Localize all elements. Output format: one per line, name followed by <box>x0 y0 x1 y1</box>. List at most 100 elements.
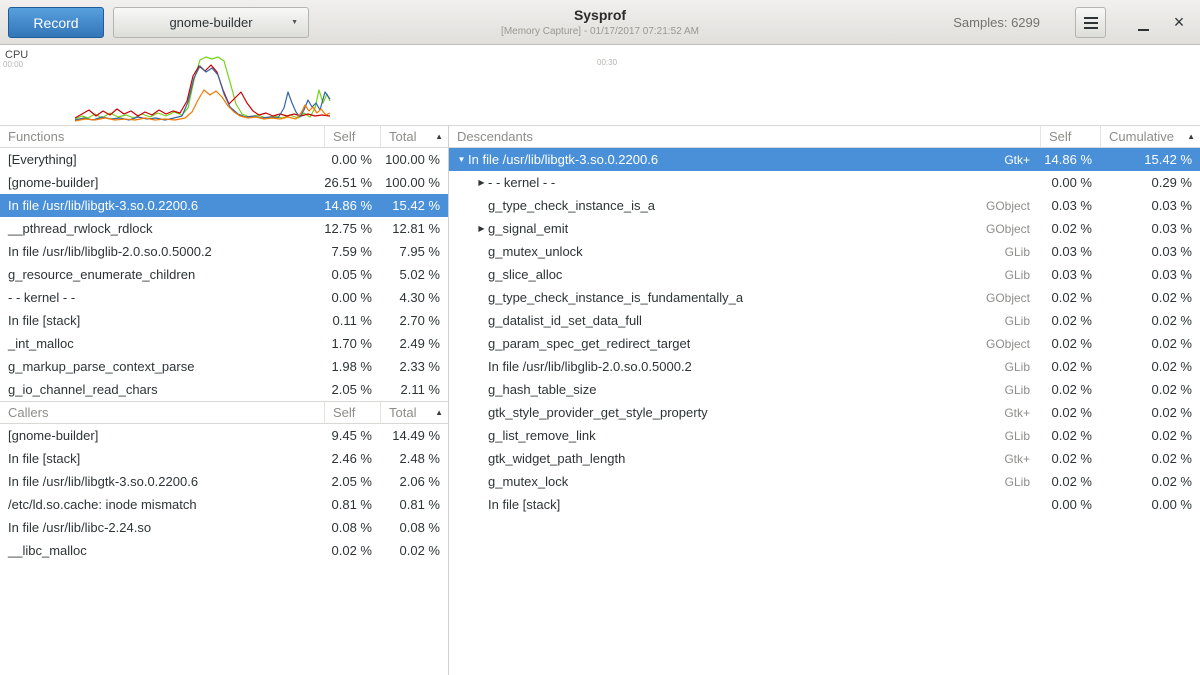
library-category: GLib <box>596 429 1040 443</box>
tree-row[interactable]: gtk_style_provider_get_style_propertyGtk… <box>449 401 1200 424</box>
self-percent: 0.02 % <box>1040 313 1100 328</box>
expander-icon[interactable]: ▼ <box>455 155 468 164</box>
library-category: GLib <box>596 383 1040 397</box>
table-row[interactable]: In file /usr/lib/libgtk-3.so.0.2200.614.… <box>0 194 448 217</box>
column-header-total[interactable]: Total ▲ <box>380 126 448 147</box>
cpu-green-line <box>75 57 330 119</box>
tree-row[interactable]: In file [stack]0.00 %0.00 % <box>449 493 1200 516</box>
self-percent: 26.51 % <box>324 175 380 190</box>
column-header-total[interactable]: Total ▲ <box>380 402 448 423</box>
table-row[interactable]: __libc_malloc0.02 %0.02 % <box>0 539 448 562</box>
table-row[interactable]: [gnome-builder]9.45 %14.49 % <box>0 424 448 447</box>
callers-table-body: [gnome-builder]9.45 %14.49 %In file [sta… <box>0 424 448 562</box>
table-row[interactable]: g_markup_parse_context_parse1.98 %2.33 % <box>0 355 448 378</box>
tree-row[interactable]: In file /usr/lib/libglib-2.0.so.0.5000.2… <box>449 355 1200 378</box>
cumulative-percent: 0.29 % <box>1100 175 1200 190</box>
total-percent: 2.11 % <box>380 382 448 397</box>
tree-row[interactable]: g_list_remove_linkGLib0.02 %0.02 % <box>449 424 1200 447</box>
table-row[interactable]: In file [stack]0.11 %2.70 % <box>0 309 448 332</box>
cumulative-percent: 15.42 % <box>1100 152 1200 167</box>
table-row[interactable]: [Everything]0.00 %100.00 % <box>0 148 448 171</box>
function-name: g_mutex_unlock <box>488 244 583 259</box>
tree-row[interactable]: g_type_check_instance_is_fundamentally_a… <box>449 286 1200 309</box>
column-header-self[interactable]: Self <box>324 126 380 147</box>
table-row[interactable]: In file [stack]2.46 %2.48 % <box>0 447 448 470</box>
tree-row[interactable]: g_slice_allocGLib0.03 %0.03 % <box>449 263 1200 286</box>
menu-button[interactable] <box>1075 7 1106 38</box>
samples-count: Samples: 6299 <box>953 15 1040 30</box>
library-category: GLib <box>583 245 1040 259</box>
cumulative-percent: 0.02 % <box>1100 336 1200 351</box>
table-row[interactable]: [gnome-builder]26.51 %100.00 % <box>0 171 448 194</box>
column-header-self[interactable]: Self <box>1040 126 1100 147</box>
column-header-callers[interactable]: Callers <box>0 402 324 423</box>
close-icon: × <box>1174 12 1185 32</box>
column-header-functions[interactable]: Functions <box>0 126 324 147</box>
column-header-self[interactable]: Self <box>324 402 380 423</box>
column-header-total-label: Total <box>389 402 416 423</box>
tree-row[interactable]: g_param_spec_get_redirect_targetGObject0… <box>449 332 1200 355</box>
tree-row[interactable]: gtk_widget_path_lengthGtk+0.02 %0.02 % <box>449 447 1200 470</box>
function-name: g_hash_table_size <box>488 382 596 397</box>
function-name: In file [stack] <box>0 313 324 328</box>
close-button[interactable]: × <box>1166 9 1192 35</box>
column-header-cumulative[interactable]: Cumulative ▲ <box>1100 126 1200 147</box>
self-percent: 12.75 % <box>324 221 380 236</box>
expander-icon[interactable]: ▶ <box>475 178 488 187</box>
self-percent: 0.11 % <box>324 313 380 328</box>
sort-arrow-icon: ▲ <box>435 126 443 147</box>
self-percent: 2.05 % <box>324 382 380 397</box>
tree-row[interactable]: g_datalist_id_set_data_fullGLib0.02 %0.0… <box>449 309 1200 332</box>
library-category: Gtk+ <box>625 452 1040 466</box>
self-percent: 14.86 % <box>324 198 380 213</box>
callers-panel: Callers Self Total ▲ [gnome-builder]9.45… <box>0 401 448 675</box>
library-category: GLib <box>562 268 1040 282</box>
total-percent: 4.30 % <box>380 290 448 305</box>
function-name: g_list_remove_link <box>488 428 596 443</box>
self-percent: 0.02 % <box>1040 290 1100 305</box>
self-percent: 0.02 % <box>324 543 380 558</box>
table-row[interactable]: g_io_channel_read_chars2.05 %2.11 % <box>0 378 448 401</box>
headerbar: Record gnome-builder ▼ Sysprof [Memory C… <box>0 0 1200 45</box>
function-name: gtk_style_provider_get_style_property <box>488 405 708 420</box>
tree-row[interactable]: g_type_check_instance_is_aGObject0.03 %0… <box>449 194 1200 217</box>
self-percent: 0.00 % <box>1040 175 1100 190</box>
library-category: Gtk+ <box>658 153 1040 167</box>
function-name: In file /usr/lib/libgtk-3.so.0.2200.6 <box>0 198 324 213</box>
table-row[interactable]: In file /usr/lib/libglib-2.0.so.0.5000.2… <box>0 240 448 263</box>
column-header-descendants[interactable]: Descendants <box>449 126 1040 147</box>
cumulative-percent: 0.02 % <box>1100 428 1200 443</box>
tree-row[interactable]: ▶g_signal_emitGObject0.02 %0.03 % <box>449 217 1200 240</box>
sort-arrow-icon: ▲ <box>1187 126 1195 147</box>
chevron-down-icon: ▼ <box>291 19 298 26</box>
cumulative-percent: 0.03 % <box>1100 221 1200 236</box>
process-selector[interactable]: gnome-builder ▼ <box>113 7 309 38</box>
tree-row[interactable]: g_mutex_unlockGLib0.03 %0.03 % <box>449 240 1200 263</box>
function-name: - - kernel - - <box>488 175 555 190</box>
table-row[interactable]: _int_malloc1.70 %2.49 % <box>0 332 448 355</box>
tree-row[interactable]: ▶- - kernel - - 0.00 %0.29 % <box>449 171 1200 194</box>
table-row[interactable]: In file /usr/lib/libgtk-3.so.0.2200.62.0… <box>0 470 448 493</box>
tree-row[interactable]: g_mutex_lockGLib0.02 %0.02 % <box>449 470 1200 493</box>
minimize-button[interactable] <box>1130 9 1156 35</box>
total-percent: 2.06 % <box>380 474 448 489</box>
self-percent: 0.03 % <box>1040 244 1100 259</box>
self-percent: 2.46 % <box>324 451 380 466</box>
table-row[interactable]: __pthread_rwlock_rdlock12.75 %12.81 % <box>0 217 448 240</box>
self-percent: 9.45 % <box>324 428 380 443</box>
self-percent: 1.70 % <box>324 336 380 351</box>
cpu-graph[interactable]: CPU 00:00 00:30 <box>0 46 1200 125</box>
expander-icon[interactable]: ▶ <box>475 224 488 233</box>
function-name: g_mutex_lock <box>488 474 568 489</box>
timeline-mid-label: 00:30 <box>597 58 617 67</box>
function-name: /etc/ld.so.cache: inode mismatch <box>0 497 324 512</box>
table-row[interactable]: - - kernel - -0.00 %4.30 % <box>0 286 448 309</box>
table-row[interactable]: /etc/ld.so.cache: inode mismatch0.81 %0.… <box>0 493 448 516</box>
tree-row[interactable]: ▼In file /usr/lib/libgtk-3.so.0.2200.6Gt… <box>449 148 1200 171</box>
table-row[interactable]: g_resource_enumerate_children0.05 %5.02 … <box>0 263 448 286</box>
total-percent: 0.81 % <box>380 497 448 512</box>
table-row[interactable]: In file /usr/lib/libc-2.24.so0.08 %0.08 … <box>0 516 448 539</box>
tree-row[interactable]: g_hash_table_sizeGLib0.02 %0.02 % <box>449 378 1200 401</box>
record-button[interactable]: Record <box>8 7 104 38</box>
total-percent: 7.95 % <box>380 244 448 259</box>
